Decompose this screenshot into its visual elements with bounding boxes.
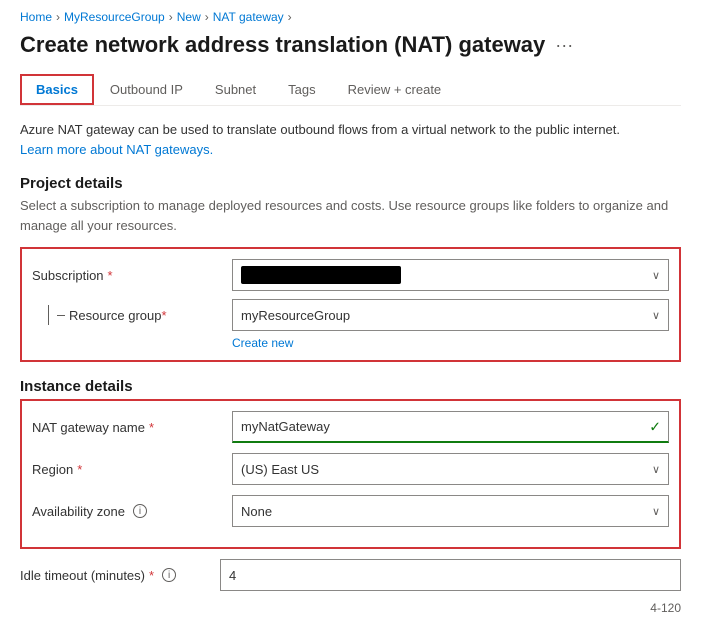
resource-group-chevron-icon: ∨ (652, 309, 660, 322)
subscription-required: * (108, 268, 113, 283)
region-row: Region * (US) East US ∨ (32, 453, 669, 485)
idle-timeout-range: 4-120 (20, 601, 681, 615)
subscription-label: Subscription * (32, 268, 232, 283)
tab-subnet[interactable]: Subnet (199, 74, 272, 105)
project-details-desc: Select a subscription to manage deployed… (20, 196, 681, 235)
breadcrumb-nat-gateway[interactable]: NAT gateway (213, 10, 284, 24)
resource-group-label: Resource group * (32, 305, 232, 325)
breadcrumb: Home › MyResourceGroup › New › NAT gatew… (20, 10, 681, 24)
availability-zone-control: None ∨ (232, 495, 669, 527)
idle-timeout-required: * (149, 568, 154, 583)
region-control: (US) East US ∨ (232, 453, 669, 485)
resource-group-required: * (162, 308, 167, 323)
create-new-link[interactable]: Create new (232, 336, 293, 350)
subscription-chevron-icon: ∨ (652, 269, 660, 282)
region-dropdown[interactable]: (US) East US ∨ (232, 453, 669, 485)
page-title: Create network address translation (NAT)… (20, 32, 545, 58)
nat-gateway-name-label: NAT gateway name * (32, 420, 232, 435)
nat-gateway-name-input[interactable] (232, 411, 669, 443)
project-details-title: Project details (20, 175, 681, 192)
rg-vert-line (48, 305, 49, 325)
subscription-row: Subscription * ∨ (32, 259, 669, 291)
subscription-redacted (241, 266, 401, 284)
idle-timeout-info-icon[interactable]: i (162, 568, 176, 582)
tab-tags[interactable]: Tags (272, 74, 331, 105)
region-value: (US) East US (241, 462, 319, 477)
availability-zone-chevron-icon: ∨ (652, 505, 660, 518)
learn-more-link[interactable]: Learn more about NAT gateways. (20, 142, 213, 157)
nat-gateway-name-row: NAT gateway name * ✓ (32, 411, 669, 443)
breadcrumb-home[interactable]: Home (20, 10, 52, 24)
subscription-dropdown[interactable]: ∨ (232, 259, 669, 291)
breadcrumb-resource-group[interactable]: MyResourceGroup (64, 10, 165, 24)
availability-zone-info-icon[interactable]: i (133, 504, 147, 518)
idle-timeout-input[interactable] (220, 559, 681, 591)
tab-basics[interactable]: Basics (20, 74, 94, 105)
breadcrumb-new[interactable]: New (177, 10, 201, 24)
tab-review-create[interactable]: Review + create (332, 74, 458, 105)
more-options-icon[interactable]: ··· (555, 35, 573, 56)
availability-zone-value: None (241, 504, 272, 519)
availability-zone-label: Availability zone i (32, 504, 232, 519)
tab-outbound-ip[interactable]: Outbound IP (94, 74, 199, 105)
idle-timeout-control (220, 559, 681, 591)
nat-name-required: * (149, 420, 154, 435)
availability-zone-dropdown[interactable]: None ∨ (232, 495, 669, 527)
instance-details-title: Instance details (20, 378, 681, 395)
resource-group-value: myResourceGroup (241, 308, 350, 323)
region-chevron-icon: ∨ (652, 463, 660, 476)
region-label: Region * (32, 462, 232, 477)
nat-gateway-name-control: ✓ (232, 411, 669, 443)
project-details-box: Subscription * ∨ Resource group * (20, 247, 681, 362)
idle-timeout-label: Idle timeout (minutes) * i (20, 568, 220, 583)
rg-horiz-line (57, 315, 65, 316)
tabs: Basics Outbound IP Subnet Tags Review + … (20, 74, 681, 106)
region-required: * (77, 462, 82, 477)
instance-details-box: NAT gateway name * ✓ Region * (US) East … (20, 399, 681, 549)
resource-group-dropdown[interactable]: myResourceGroup ∨ (232, 299, 669, 331)
availability-zone-row: Availability zone i None ∨ (32, 495, 669, 527)
valid-check-icon: ✓ (649, 419, 661, 436)
description-text: Azure NAT gateway can be used to transla… (20, 120, 681, 159)
resource-group-row: Resource group * myResourceGroup ∨ (32, 299, 669, 331)
subscription-control: ∨ (232, 259, 669, 291)
resource-group-control: myResourceGroup ∨ (232, 299, 669, 331)
idle-timeout-row: Idle timeout (minutes) * i (20, 559, 681, 591)
